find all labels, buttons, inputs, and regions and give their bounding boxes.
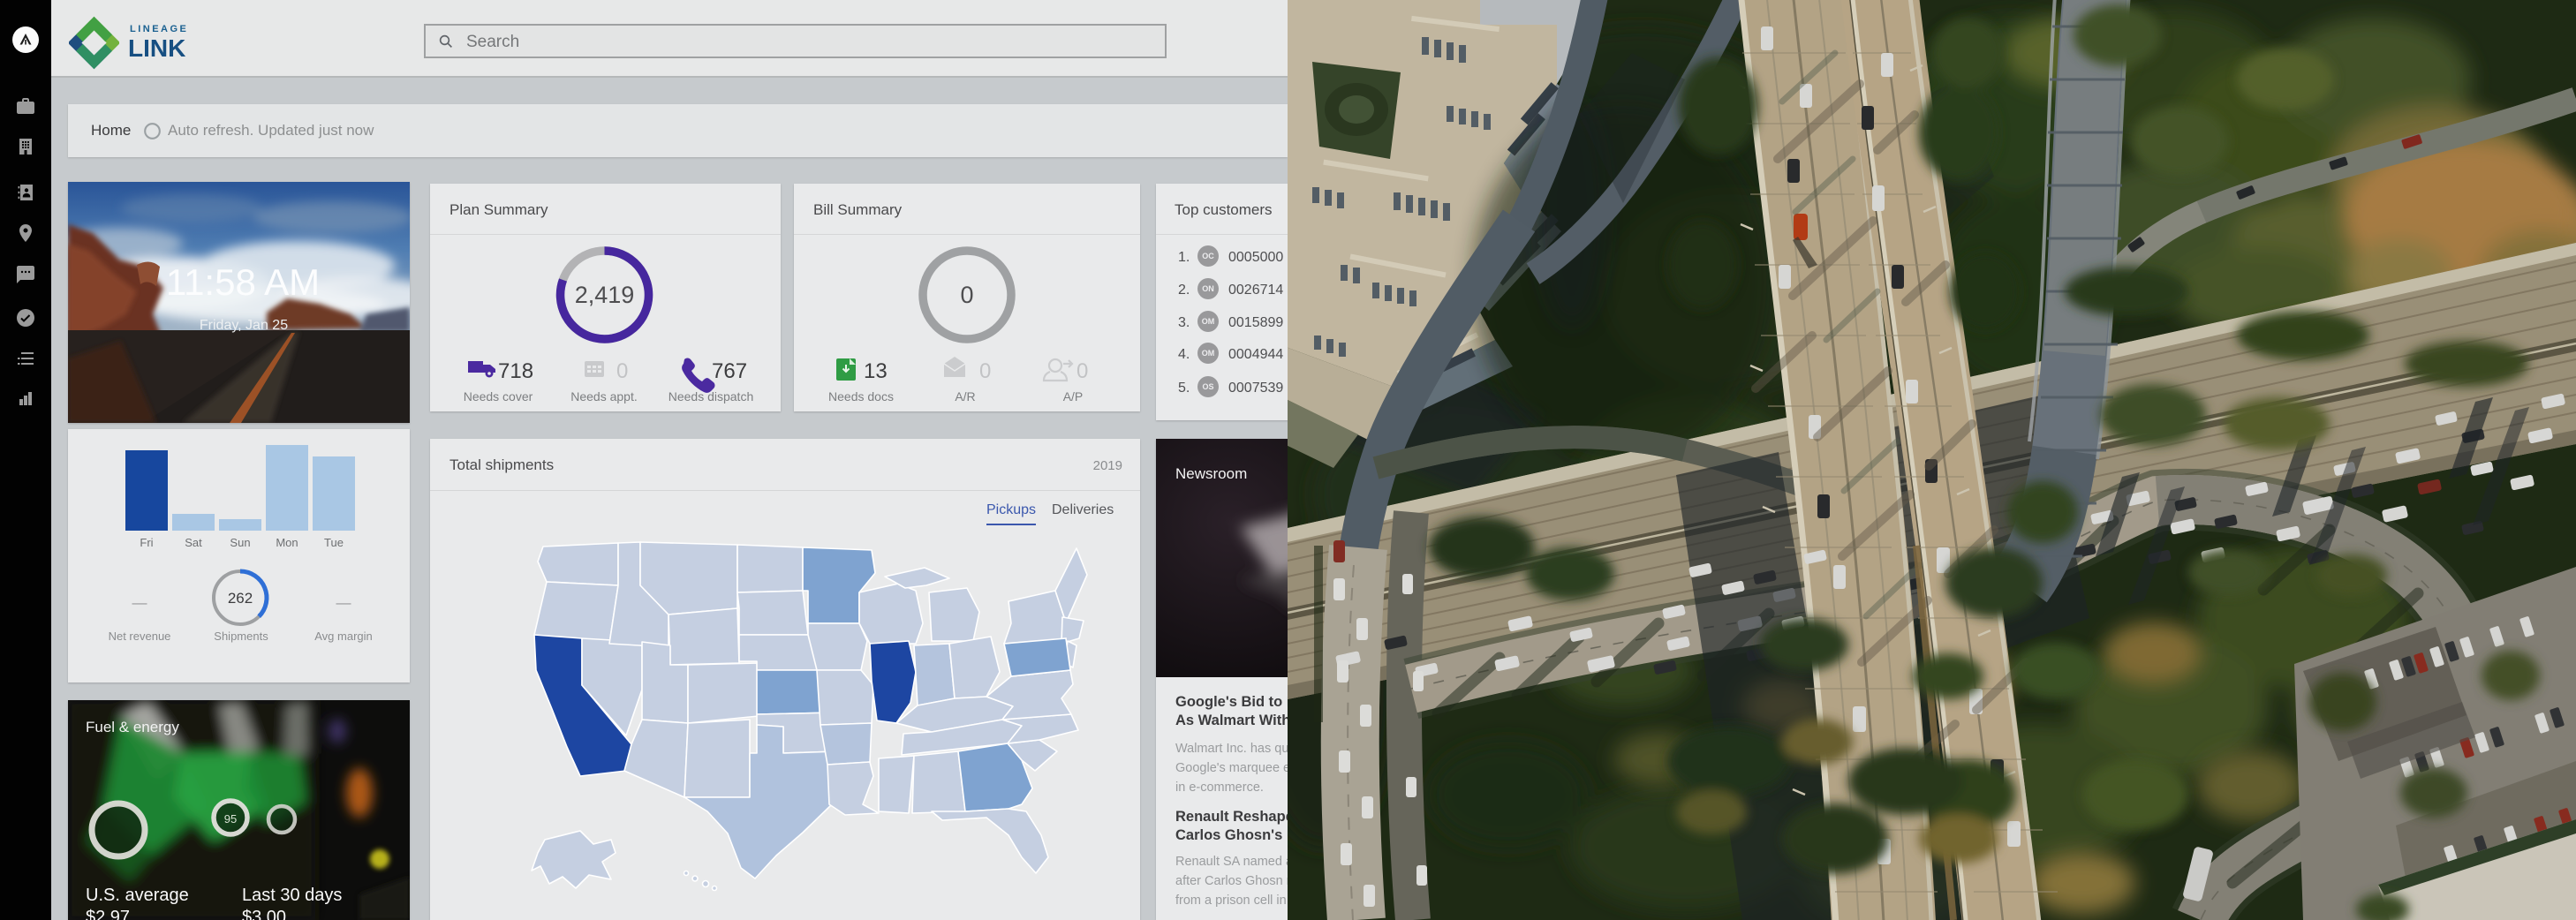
svg-text:2.: 2. <box>1178 283 1190 298</box>
svg-text:Net revenue: Net revenue <box>109 630 171 643</box>
svg-text:3.: 3. <box>1178 315 1190 330</box>
svg-text:2,419: 2,419 <box>575 282 635 308</box>
svg-text:OM: OM <box>1202 317 1215 326</box>
svg-text:Shipments: Shipments <box>214 630 268 643</box>
svg-text:0: 0 <box>960 282 973 308</box>
svg-text:13: 13 <box>864 359 888 383</box>
svg-text:Tue: Tue <box>324 536 344 549</box>
svg-text:Sat: Sat <box>185 536 202 549</box>
svg-text:4.: 4. <box>1178 347 1190 362</box>
svg-text:Mon: Mon <box>276 536 298 549</box>
svg-text:0: 0 <box>616 359 628 383</box>
svg-text:Needs docs: Needs docs <box>828 389 894 403</box>
svg-text:$2.97: $2.97 <box>86 908 130 920</box>
svg-text:1.: 1. <box>1178 250 1190 265</box>
svg-text:Avg margin: Avg margin <box>314 630 373 643</box>
svg-text:ON: ON <box>1202 284 1214 293</box>
svg-text:Last 30 days: Last 30 days <box>242 886 342 905</box>
svg-text:OC: OC <box>1202 252 1214 260</box>
svg-text:Needs cover: Needs cover <box>464 389 533 403</box>
svg-text:Sun: Sun <box>230 536 250 549</box>
svg-text:262: 262 <box>228 590 253 607</box>
svg-text:OS: OS <box>1202 382 1213 391</box>
svg-text:11:58 AM: 11:58 AM <box>166 261 320 303</box>
svg-text:0: 0 <box>979 359 991 383</box>
svg-text:Fri: Fri <box>140 536 153 549</box>
svg-text:95: 95 <box>224 812 237 826</box>
svg-text:A/P: A/P <box>1063 389 1084 403</box>
svg-text:767: 767 <box>712 359 747 383</box>
svg-text:Needs dispatch: Needs dispatch <box>669 389 754 403</box>
svg-text:0: 0 <box>1076 359 1088 383</box>
svg-text:$3.00: $3.00 <box>242 908 286 920</box>
svg-text:5.: 5. <box>1178 381 1190 396</box>
svg-text:—: — <box>132 594 147 611</box>
svg-text:OM: OM <box>1202 349 1215 358</box>
svg-text:Fuel & energy: Fuel & energy <box>86 719 179 735</box>
svg-text:718: 718 <box>498 359 533 383</box>
svg-text:Friday, Jan 25: Friday, Jan 25 <box>200 318 288 333</box>
svg-text:Needs appt.: Needs appt. <box>570 389 638 403</box>
svg-text:A/R: A/R <box>955 389 975 403</box>
svg-text:—: — <box>336 594 351 611</box>
svg-text:Newsroom: Newsroom <box>1175 465 1247 482</box>
svg-text:U.S. average: U.S. average <box>86 886 189 905</box>
